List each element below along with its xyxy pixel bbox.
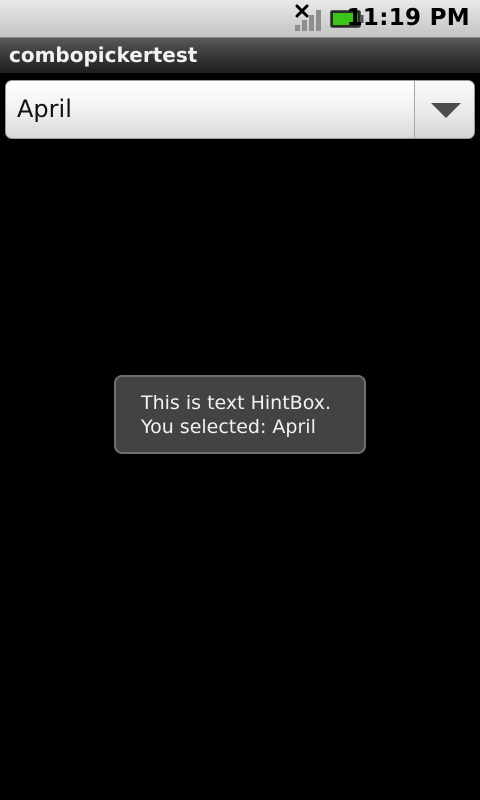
toast-line-2: You selected: April <box>141 416 316 438</box>
status-clock: 11:19 PM <box>346 5 470 31</box>
chevron-down-icon <box>431 103 461 118</box>
toast-line-1: This is text HintBox. <box>141 392 332 414</box>
app-title: combopickertest <box>9 43 198 67</box>
signal-no-service-icon <box>295 4 321 31</box>
spinner-dropdown-button[interactable] <box>415 81 474 138</box>
spinner-selected-value: April <box>17 95 72 123</box>
month-spinner[interactable]: April <box>5 80 475 139</box>
screen: 11:19 PM combopickertest April This is t… <box>0 0 480 800</box>
toast-hintbox: This is text HintBox. You selected: Apri… <box>114 375 366 454</box>
status-bar: 11:19 PM <box>0 0 480 38</box>
title-bar: combopickertest <box>0 38 480 74</box>
